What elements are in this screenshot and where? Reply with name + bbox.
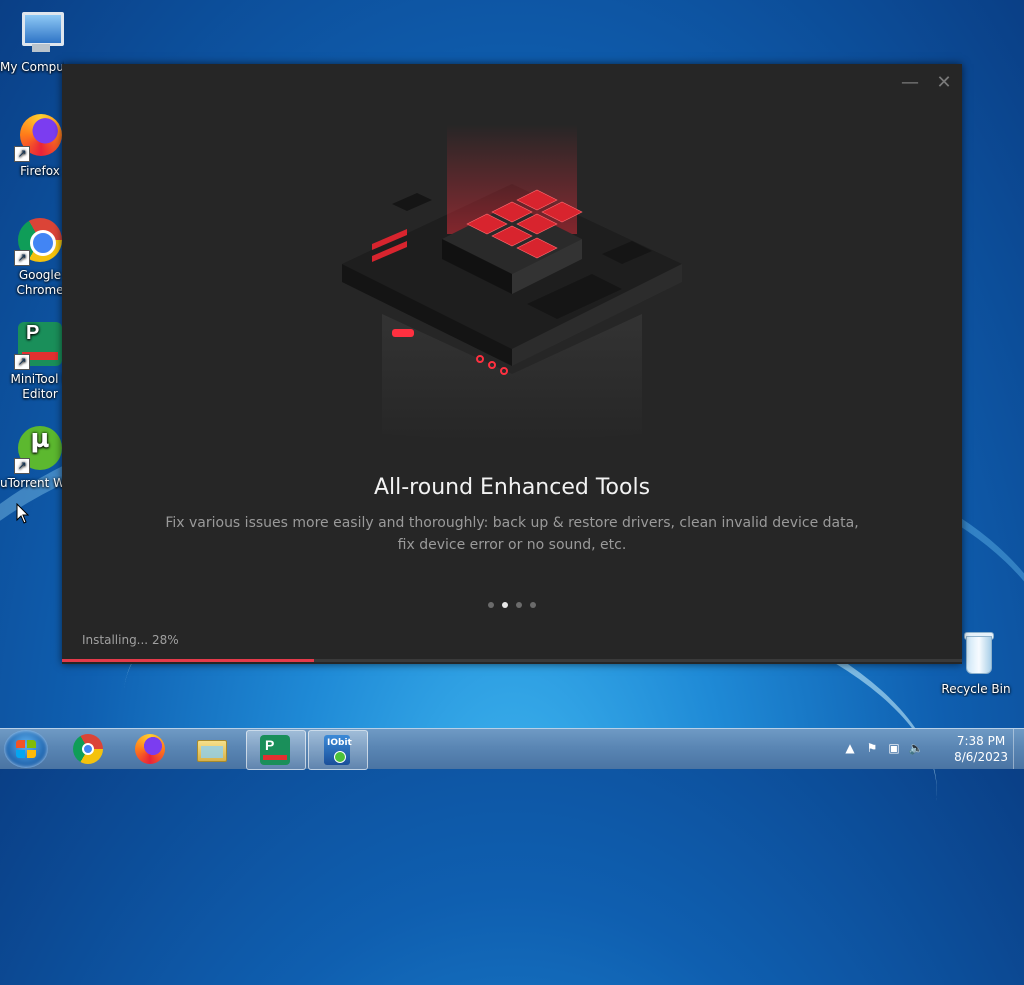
desktop-icon-label: Google Chrome [16,268,64,297]
firefox-icon [135,734,165,764]
clock[interactable]: 7:38 PM 8/6/2023 [954,733,1008,765]
minimize-button[interactable]: — [896,72,924,94]
slide-title: All-round Enhanced Tools [373,475,651,500]
taskbar-chrome-button[interactable] [60,730,118,768]
carousel-dot-active[interactable] [502,602,508,608]
start-button[interactable] [4,730,48,768]
network-icon[interactable]: ▣ [886,740,902,756]
desktop-icon-label: My Computer [0,60,64,74]
volume-muted-icon[interactable]: 🔈 [908,740,924,756]
clock-date: 8/6/2023 [954,750,1008,764]
utorrent-icon: µ ↗ [14,424,64,474]
taskbar: P IObit ▲ ⚑ ▣ 🔈 7:38 PM 8/6/2023 [0,728,1024,770]
taskbar-explorer-button[interactable] [184,730,242,768]
feature-illustration [342,124,682,444]
installer-window: — ✕ All-round Enhanced Tools Fix various… [62,64,962,664]
taskbar-iobit-button[interactable]: IObit [308,730,368,770]
install-status: Installing... 28% [82,633,179,647]
carousel-dot[interactable] [488,602,494,608]
minitool-icon: P ↗ [14,320,64,370]
close-button[interactable]: ✕ [930,72,958,94]
show-desktop-button[interactable] [1013,729,1024,769]
carousel-indicator [62,602,962,608]
chrome-icon: ↗ [14,216,64,266]
taskbar-minitool-button[interactable]: P [246,730,306,770]
carousel-dot[interactable] [530,602,536,608]
desktop-icon-label: Recycle Bin [941,682,1011,696]
clock-time: 7:38 PM [956,734,1006,748]
minitool-icon: P [260,735,290,765]
chrome-icon [73,734,103,764]
carousel-dot[interactable] [516,602,522,608]
show-hidden-icons-button[interactable]: ▲ [842,740,858,756]
windows-logo-icon [16,740,36,758]
desktop-icon-label: uTorrent W [0,476,64,490]
install-progress-bar [62,659,962,662]
firefox-icon: ↗ [14,112,64,162]
action-center-flag-icon[interactable]: ⚑ [864,740,880,756]
slide-description: Fix various issues more easily and thoro… [165,515,859,553]
system-tray: ▲ ⚑ ▣ 🔈 7:38 PM 8/6/2023 [834,729,1024,769]
folder-icon [197,734,227,764]
taskbar-firefox-button[interactable] [122,730,180,768]
mouse-cursor-icon [16,503,30,524]
computer-icon [16,8,64,56]
iobit-icon: IObit [322,735,352,765]
install-progress-fill [62,659,314,662]
